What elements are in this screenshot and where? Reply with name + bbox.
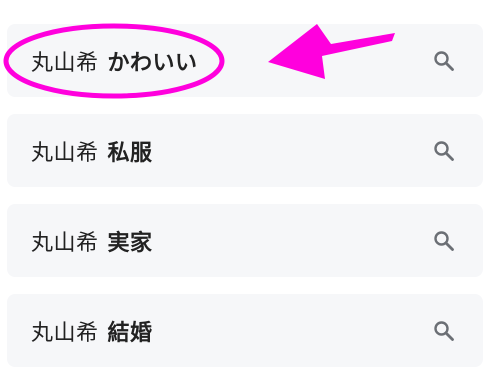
suggestion-suffix: 結婚 bbox=[107, 320, 153, 346]
search-icon[interactable] bbox=[432, 229, 456, 253]
suggestion-text: 丸山希 かわいい bbox=[31, 45, 198, 77]
suggestion-item-shifuku[interactable]: 丸山希 私服 bbox=[7, 114, 483, 187]
suggestion-item-kawaii[interactable]: 丸山希 かわいい bbox=[7, 24, 483, 97]
suggestion-text: 丸山希 私服 bbox=[31, 135, 153, 167]
suggestion-prefix: 丸山希 bbox=[31, 320, 99, 346]
suggestion-prefix: 丸山希 bbox=[31, 50, 99, 76]
search-icon[interactable] bbox=[432, 49, 456, 73]
suggestion-suffix: 私服 bbox=[107, 140, 153, 166]
suggestion-text: 丸山希 結婚 bbox=[31, 315, 153, 347]
suggestion-item-jikka[interactable]: 丸山希 実家 bbox=[7, 204, 483, 277]
search-icon[interactable] bbox=[432, 319, 456, 343]
suggestion-suffix: 実家 bbox=[107, 230, 153, 256]
suggestion-prefix: 丸山希 bbox=[31, 230, 99, 256]
suggestion-item-kekkon[interactable]: 丸山希 結婚 bbox=[7, 294, 483, 367]
suggestion-suffix: かわいい bbox=[107, 50, 198, 76]
suggestion-text: 丸山希 実家 bbox=[31, 225, 153, 257]
search-icon[interactable] bbox=[432, 139, 456, 163]
suggestion-prefix: 丸山希 bbox=[31, 140, 99, 166]
search-suggestion-list: 丸山希 かわいい 丸山希 私服 丸山希 実家 丸山希 結婚 bbox=[7, 24, 483, 384]
